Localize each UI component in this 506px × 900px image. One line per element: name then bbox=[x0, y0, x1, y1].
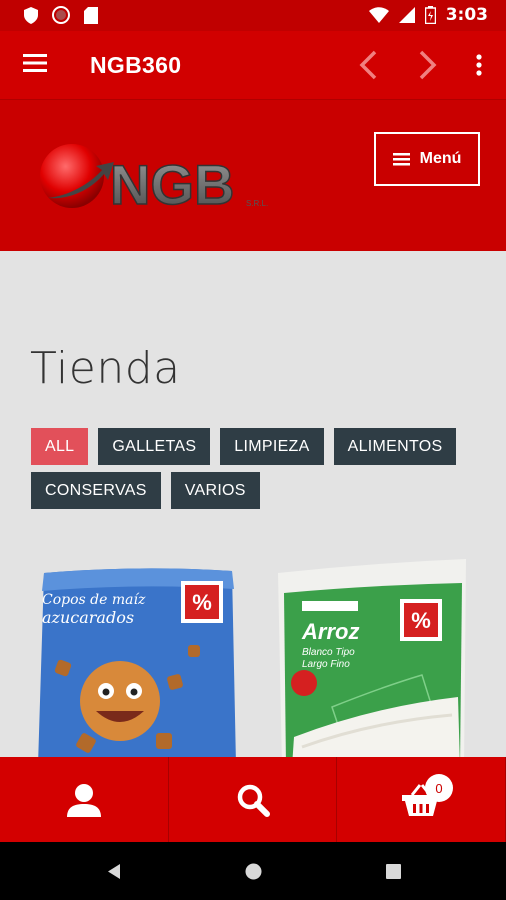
status-bar: 3:03 bbox=[0, 0, 506, 31]
battery-icon bbox=[424, 6, 436, 24]
user-icon bbox=[66, 783, 101, 817]
signal-icon bbox=[398, 7, 415, 23]
shield-icon bbox=[24, 6, 38, 24]
forward-arrow-icon[interactable] bbox=[418, 50, 438, 80]
circle-notification-icon bbox=[52, 6, 70, 24]
menu-lines-icon bbox=[392, 152, 410, 165]
logo-text: NGB bbox=[110, 153, 234, 216]
site-menu-button[interactable]: Menú bbox=[374, 132, 480, 186]
hamburger-menu-icon[interactable] bbox=[23, 53, 47, 73]
product-card-arroz[interactable]: Arroz Blanco Tipo Largo Fino % bbox=[272, 557, 472, 757]
search-icon bbox=[237, 784, 270, 817]
rice-sub-2: Largo Fino bbox=[302, 659, 350, 670]
cart-count-badge: 0 bbox=[425, 774, 453, 802]
app-bar: NGB360 bbox=[0, 31, 506, 99]
category-filters: ALL GALLETAS LIMPIEZA ALIMENTOS CONSERVA… bbox=[31, 428, 471, 509]
sd-card-icon bbox=[84, 6, 98, 24]
filter-alimentos[interactable]: ALIMENTOS bbox=[333, 428, 457, 465]
svg-text:%: % bbox=[192, 590, 212, 615]
system-navigation-bar bbox=[0, 842, 506, 900]
logo-suffix: S.R.L. bbox=[246, 199, 268, 208]
status-time: 3:03 bbox=[445, 5, 488, 25]
svg-text:%: % bbox=[411, 608, 431, 633]
filter-galletas[interactable]: GALLETAS bbox=[98, 428, 211, 465]
cereal-line-2: azucarados bbox=[42, 608, 134, 627]
shop-content[interactable]: Tienda ALL GALLETAS LIMPIEZA ALIMENTOS C… bbox=[0, 251, 506, 757]
cereal-line-1: Copos de maíz bbox=[42, 592, 146, 608]
wifi-icon bbox=[368, 7, 389, 23]
filter-limpieza[interactable]: LIMPIEZA bbox=[220, 428, 324, 465]
system-home-icon[interactable] bbox=[245, 863, 262, 880]
rice-sub-1: Blanco Tipo bbox=[302, 647, 355, 658]
product-image-cereal: Copos de maíz azucarados % bbox=[38, 568, 236, 757]
page-title: Tienda bbox=[30, 343, 181, 394]
product-card-cereal[interactable]: Copos de maíz azucarados % bbox=[38, 565, 238, 757]
site-header: NGB S.R.L. Menú bbox=[0, 99, 506, 251]
rice-name: Arroz bbox=[301, 619, 359, 644]
back-arrow-icon[interactable] bbox=[358, 50, 378, 80]
filter-varios[interactable]: VARIOS bbox=[170, 472, 260, 509]
ngb-logo[interactable]: NGB S.R.L. bbox=[38, 140, 278, 225]
product-image-arroz: Arroz Blanco Tipo Largo Fino % bbox=[278, 559, 466, 757]
nav-cart[interactable] bbox=[337, 757, 506, 842]
filter-conservas[interactable]: CONSERVAS bbox=[31, 472, 161, 509]
filter-all[interactable]: ALL bbox=[31, 428, 89, 465]
system-back-icon[interactable] bbox=[106, 863, 122, 880]
overflow-menu-icon[interactable] bbox=[475, 54, 483, 76]
bottom-navigation: 0 bbox=[0, 757, 506, 842]
system-recents-icon[interactable] bbox=[386, 864, 401, 879]
nav-account[interactable] bbox=[0, 757, 169, 842]
app-title: NGB360 bbox=[90, 52, 182, 78]
nav-search[interactable] bbox=[169, 757, 338, 842]
site-menu-label: Menú bbox=[419, 150, 462, 167]
